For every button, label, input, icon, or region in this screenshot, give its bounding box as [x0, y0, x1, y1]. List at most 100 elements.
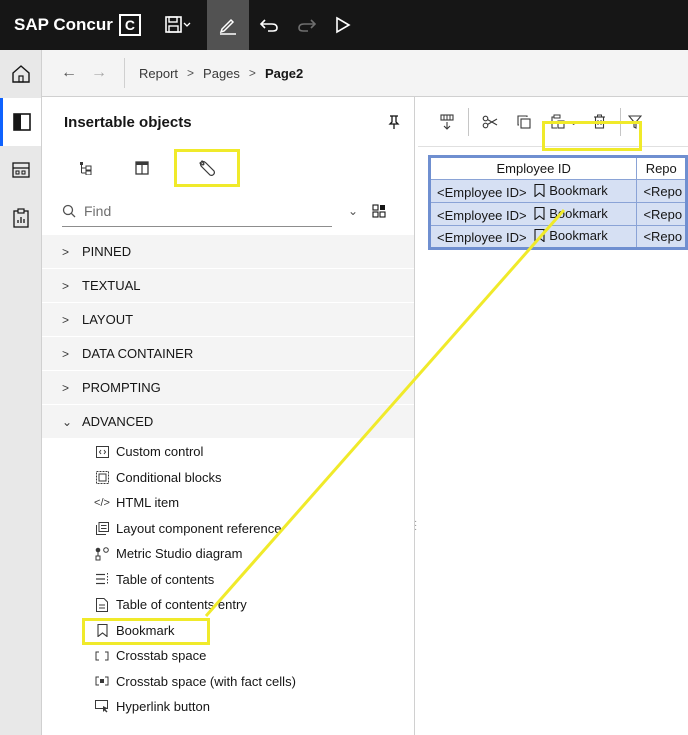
- table-row: <Employee ID> Bookmark <Repo: [428, 225, 687, 249]
- table-cell-report[interactable]: <Repo: [636, 202, 687, 226]
- chevron-down-icon: ⌄: [62, 414, 73, 429]
- list-item-html-item[interactable]: </> HTML item: [42, 490, 414, 516]
- chevron-right-icon: >: [62, 244, 70, 259]
- copy-button[interactable]: [507, 106, 541, 138]
- view-grid-icon[interactable]: [372, 204, 386, 218]
- list-item-crosstab-space-with-fact-cells[interactable]: Crosstab space (with fact cells): [42, 669, 414, 695]
- column-header-employee-id[interactable]: Employee ID: [428, 156, 638, 180]
- brand-logo[interactable]: SAP Concur C: [0, 0, 141, 50]
- back-arrow-icon[interactable]: ←: [54, 64, 84, 82]
- delete-button[interactable]: [582, 106, 616, 138]
- undo-icon: [259, 19, 278, 32]
- find-input[interactable]: [84, 202, 304, 219]
- metric-studio-icon: [92, 546, 112, 561]
- list-item-crosstab-space[interactable]: Crosstab space: [42, 643, 414, 669]
- category-label: PINNED: [82, 244, 132, 259]
- category-textual[interactable]: > TEXTUAL: [42, 269, 414, 303]
- custom-control-icon: [92, 445, 112, 458]
- rail-home[interactable]: [0, 50, 41, 98]
- panel-toggle-icon: [13, 113, 31, 131]
- item-label: Custom control: [116, 444, 204, 460]
- filter-button[interactable]: [625, 106, 645, 138]
- list-item-layout-component-reference[interactable]: Layout component reference: [42, 516, 414, 542]
- redo-button[interactable]: [289, 0, 325, 50]
- undo-button[interactable]: [249, 0, 289, 50]
- rail-report-properties[interactable]: [0, 194, 41, 242]
- insertable-objects-panel: Insertable objects Find ⌄ > PINNED > TEX…: [42, 97, 415, 735]
- report-list-table[interactable]: Employee ID Repo <Employee ID> Bookmark …: [428, 155, 688, 250]
- bookmark-object[interactable]: Bookmark: [534, 228, 608, 243]
- item-label: Layout component reference: [116, 520, 282, 536]
- tab-source[interactable]: [58, 152, 114, 184]
- pin-icon[interactable]: [388, 114, 400, 130]
- chevron-right-icon: >: [62, 312, 70, 327]
- column-header-report[interactable]: Repo: [636, 156, 687, 180]
- breadcrumb-current-page: Page2: [264, 65, 304, 81]
- table-cell-report[interactable]: <Repo: [636, 179, 687, 203]
- category-pinned[interactable]: > PINNED: [42, 235, 414, 269]
- tab-data-items[interactable]: [114, 152, 170, 184]
- select-ancestor-icon: [440, 113, 454, 130]
- list-item-conditional-blocks[interactable]: Conditional blocks: [42, 465, 414, 491]
- list-item-table-of-contents-entry[interactable]: Table of contents entry: [42, 592, 414, 618]
- list-item-hyperlink-button[interactable]: Hyperlink button: [42, 694, 414, 720]
- tab-toolbox[interactable]: [174, 149, 240, 187]
- category-data-container[interactable]: > DATA CONTAINER: [42, 337, 414, 371]
- report-canvas: ⌄ ▪▪ Employee ID Repo <Employee ID>: [418, 97, 688, 735]
- redo-icon: [298, 19, 317, 32]
- breadcrumb-bar: ← → Report > Pages > Page2: [42, 50, 688, 97]
- chevron-down-icon[interactable]: ⌄: [348, 204, 358, 218]
- find-box: [62, 195, 332, 227]
- item-label: Metric Studio diagram: [116, 546, 243, 562]
- save-icon: [165, 16, 191, 33]
- bookmark-icon: [534, 229, 545, 242]
- table-cell-report[interactable]: <Repo: [636, 225, 687, 249]
- select-ancestor-button[interactable]: [430, 106, 464, 138]
- category-prompting[interactable]: > PROMPTING: [42, 371, 414, 405]
- cut-button[interactable]: [473, 106, 507, 138]
- source-tree-icon: [80, 162, 92, 175]
- breadcrumb-report[interactable]: Report: [139, 66, 178, 81]
- category-advanced[interactable]: ⌄ ADVANCED: [42, 405, 414, 439]
- bookmark-label: Bookmark: [549, 182, 608, 198]
- chevron-right-icon: >: [62, 278, 70, 293]
- table-row: <Employee ID> Bookmark <Repo: [428, 179, 687, 203]
- rail-panel-toggle[interactable]: [0, 98, 41, 146]
- cell-value: <Employee ID>: [437, 207, 527, 223]
- cell-value: <Employee ID>: [437, 184, 527, 200]
- rail-data[interactable]: [0, 146, 41, 194]
- list-item-custom-control[interactable]: Custom control: [42, 439, 414, 465]
- bookmark-object[interactable]: Bookmark: [534, 206, 608, 221]
- breadcrumb-pages[interactable]: Pages: [203, 66, 240, 81]
- clipboard-icon: [12, 208, 29, 228]
- list-item-table-of-contents[interactable]: Table of contents: [42, 567, 414, 593]
- table-cell-employee-id[interactable]: <Employee ID> Bookmark: [428, 202, 638, 226]
- bookmark-object[interactable]: Bookmark: [534, 183, 608, 198]
- table-cell-employee-id[interactable]: <Employee ID> Bookmark: [428, 225, 638, 249]
- edit-mode-button[interactable]: [206, 0, 249, 50]
- category-layout[interactable]: > LAYOUT: [42, 303, 414, 337]
- category-label: ADVANCED: [82, 414, 154, 429]
- find-row: ⌄: [42, 189, 414, 233]
- panel-title: Insertable objects: [64, 113, 192, 131]
- list-item-metric-studio-diagram[interactable]: Metric Studio diagram: [42, 541, 414, 567]
- chevron-right-icon: >: [62, 346, 70, 361]
- toc-entry-icon: [92, 597, 112, 612]
- play-icon: [336, 16, 351, 34]
- brand-name: SAP Concur: [14, 15, 113, 34]
- table-cell-employee-id[interactable]: <Employee ID> Bookmark: [428, 179, 638, 203]
- bookmark-label: Bookmark: [549, 205, 608, 221]
- item-label: Hyperlink button: [116, 699, 210, 715]
- html-item-icon: </>: [94, 496, 110, 509]
- save-button[interactable]: [153, 0, 203, 50]
- canvas-toolbar: ⌄: [418, 97, 688, 147]
- forward-arrow-icon[interactable]: →: [84, 64, 114, 82]
- drag-handle-icon[interactable]: · · ·: [414, 517, 417, 535]
- list-item-bookmark[interactable]: Bookmark: [42, 617, 414, 645]
- chevron-down-icon[interactable]: ⌄: [569, 115, 578, 128]
- conditional-blocks-icon: [92, 470, 112, 484]
- run-button[interactable]: [325, 0, 361, 50]
- cell-value: <Employee ID>: [437, 230, 527, 245]
- toolbar-divider: [468, 107, 469, 136]
- item-label: Bookmark: [116, 622, 175, 638]
